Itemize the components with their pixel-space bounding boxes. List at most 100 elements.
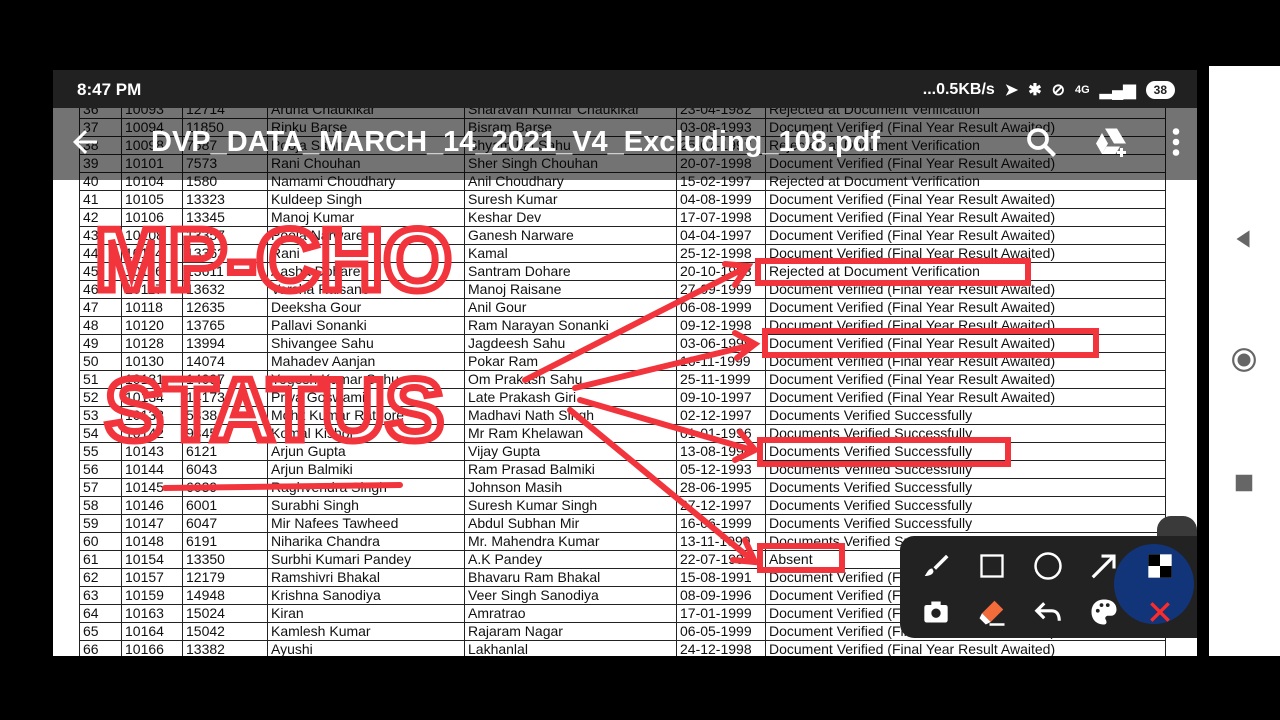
table-cell: Documents Verified Successfully [765, 460, 1166, 479]
table-cell: Document Verified (Final Year Result Awa… [765, 640, 1166, 656]
table-cell: 14948 [182, 586, 268, 605]
back-arrow-icon[interactable] [67, 124, 103, 160]
table-cell: Suresh Kumar Singh [464, 496, 677, 515]
table-cell: 15024 [182, 604, 268, 623]
table-cell: 10114 [121, 244, 183, 263]
mosaic-icon[interactable] [1142, 548, 1178, 584]
table-cell: 04-04-1997 [676, 226, 766, 245]
table-cell: 47 [79, 298, 122, 317]
table-cell: Document Verified (Final Year Result Awa… [765, 352, 1166, 371]
palette-icon[interactable] [1086, 594, 1122, 630]
table-cell: A.K Pandey [464, 550, 677, 569]
table-cell: 06-05-1999 [676, 622, 766, 641]
close-icon[interactable] [1142, 594, 1178, 630]
table-cell: Om Prakash Sahu [464, 370, 677, 389]
mute-icon: ⊘ [1051, 82, 1065, 99]
table-cell: Document Verified (Final Year Result Awa… [765, 226, 1166, 245]
table-cell: Amratrao [464, 604, 677, 623]
table-cell: 20-10-1993 [676, 262, 766, 281]
brush-icon[interactable] [918, 548, 954, 584]
table-cell: 13-08-1996 [676, 442, 766, 461]
table-cell: 54 [79, 424, 122, 443]
table-cell: Document Verified (Final Year Result Awa… [765, 280, 1166, 299]
table-cell: 13362 [182, 244, 268, 263]
table-cell: Niharika Chandra [267, 532, 465, 551]
table-cell: 10159 [121, 586, 183, 605]
table-cell: 09-12-1998 [676, 316, 766, 335]
search-icon[interactable] [1023, 124, 1059, 160]
table-cell: Document Verified (Final Year Result Awa… [765, 244, 1166, 263]
table-cell: Documents Verified Successfully [765, 514, 1166, 533]
table-row: 42 10106 13345 Manoj Kumar Keshar Dev 17-07-1… [79, 208, 1166, 227]
table-cell: 13-11-1999 [676, 532, 766, 551]
nav-back-icon[interactable] [1230, 226, 1256, 252]
table-cell: 04-08-1999 [676, 190, 766, 209]
table-row: 50 10130 14074 Mahadev Aanjan Pokar Ram 16-11… [79, 352, 1166, 371]
table-cell: 10116 [121, 262, 183, 281]
table-cell: 10134 [121, 388, 183, 407]
table-cell: 16-06-1999 [676, 514, 766, 533]
table-cell: 10164 [121, 622, 183, 641]
table-cell: Ganesh Narware [464, 226, 677, 245]
table-cell: 10118 [121, 298, 183, 317]
table-cell: 16-11-1999 [676, 352, 766, 371]
more-options-icon[interactable] [1158, 124, 1194, 160]
table-cell: 10144 [121, 460, 183, 479]
table-cell: Anil Gour [464, 298, 677, 317]
table-cell: 62 [79, 568, 122, 587]
table-cell: 13345 [182, 208, 268, 227]
table-row: 49 10128 13994 Shivangee Sahu Jagdeesh Sahu 0… [79, 334, 1166, 353]
table-cell: 10130 [121, 352, 183, 371]
table-row: 51 10131 14097 Yogesh Kumar Sahu Om Prakash … [79, 370, 1166, 389]
table-cell: 10138 [121, 406, 183, 425]
table-cell: 10142 [121, 424, 183, 443]
table-cell: 17-01-1999 [676, 604, 766, 623]
table-row: 66 10166 13382 Ayushi Lakhanlal 24-12-1998 Doc… [79, 640, 1166, 656]
table-cell: Ayushi [267, 640, 465, 656]
table-cell: 50 [79, 352, 122, 371]
battery-icon: 38 [1145, 81, 1175, 99]
table-cell: Bhavaru Ram Bhakal [464, 568, 677, 587]
circle-icon[interactable] [1030, 548, 1066, 584]
table-cell: 24-12-1998 [676, 640, 766, 656]
drive-add-icon[interactable] [1093, 124, 1129, 160]
table-cell: 6121 [182, 442, 268, 461]
table-cell: 13323 [182, 190, 268, 209]
table-cell: Raghvendra Singh [267, 478, 465, 497]
table-cell: Aasha Dohare [267, 262, 465, 281]
table-cell: Surabhi Singh [267, 496, 465, 515]
table-cell: 08-09-1996 [676, 586, 766, 605]
rectangle-icon[interactable] [974, 548, 1010, 584]
table-cell: 6039 [182, 478, 268, 497]
table-row: 44 10114 13362 Rani Kamal 25-12-1998 Document … [79, 244, 1166, 263]
table-cell: 10145 [121, 478, 183, 497]
table-cell: 10154 [121, 550, 183, 569]
table-cell: 14097 [182, 370, 268, 389]
table-cell: 13357 [182, 226, 268, 245]
table-cell: Kiran [267, 604, 465, 623]
table-cell: 53 [79, 406, 122, 425]
undo-icon[interactable] [1030, 594, 1066, 630]
table-cell: Document Verified (Final Year Result Awa… [765, 388, 1166, 407]
bluetooth-icon: ✱ [1028, 82, 1042, 99]
nav-home-icon[interactable] [1231, 347, 1257, 373]
table-cell: 10148 [121, 532, 183, 551]
table-cell: 03-06-1999 [676, 334, 766, 353]
table-cell: Jagdeesh Sahu [464, 334, 677, 353]
arrow-icon[interactable] [1086, 548, 1122, 584]
table-cell: 27-12-1997 [676, 496, 766, 515]
eraser-icon[interactable] [974, 594, 1010, 630]
table-cell: 41 [79, 190, 122, 209]
table-cell: 10105 [121, 190, 183, 209]
table-row: 57 10145 6039 Raghvendra Singh Johnson Masih… [79, 478, 1166, 497]
table-cell: 02-12-1997 [676, 406, 766, 425]
table-cell: 6047 [182, 514, 268, 533]
table-cell: 10146 [121, 496, 183, 515]
table-cell: 5838 [182, 406, 268, 425]
camera-icon[interactable] [918, 594, 954, 630]
table-cell: 06-08-1999 [676, 298, 766, 317]
table-cell: Pokar Ram [464, 352, 677, 371]
nav-recents-icon[interactable] [1233, 472, 1255, 494]
table-cell: Johnson Masih [464, 478, 677, 497]
drawing-toolbar [900, 536, 1197, 638]
